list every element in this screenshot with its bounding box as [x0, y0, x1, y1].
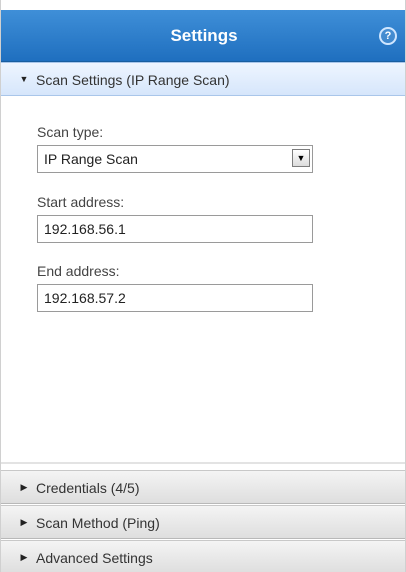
collapse-arrow-icon: ▶	[20, 482, 28, 492]
scan-type-select[interactable]: IP Range Scan ▼	[37, 145, 313, 173]
section-label: Credentials (4/5)	[36, 480, 140, 496]
section-label: Scan Settings (IP Range Scan)	[36, 72, 230, 88]
section-advanced-settings[interactable]: ▶ Advanced Settings	[1, 540, 405, 572]
section-scan-settings[interactable]: ▼ Scan Settings (IP Range Scan)	[1, 62, 405, 96]
section-label: Advanced Settings	[36, 550, 153, 566]
settings-header: Settings ?	[1, 10, 405, 62]
section-label: Scan Method (Ping)	[36, 515, 160, 531]
scan-type-label: Scan type:	[37, 124, 104, 140]
expand-arrow-icon: ▼	[19, 74, 29, 84]
end-address-field[interactable]: 192.168.57.2	[37, 284, 313, 312]
page-title: Settings	[170, 26, 238, 45]
settings-panel: Settings ? ▼ Scan Settings (IP Range Sca…	[0, 0, 406, 572]
section-credentials[interactable]: ▶ Credentials (4/5)	[1, 470, 405, 504]
help-icon[interactable]: ?	[379, 27, 397, 45]
section-divider	[1, 462, 405, 464]
collapse-arrow-icon: ▶	[20, 552, 28, 562]
scan-type-value: IP Range Scan	[44, 151, 138, 167]
chevron-down-icon[interactable]: ▼	[292, 149, 310, 167]
start-address-label: Start address:	[37, 194, 125, 210]
section-scan-method[interactable]: ▶ Scan Method (Ping)	[1, 505, 405, 539]
collapse-arrow-icon: ▶	[20, 517, 28, 527]
end-address-label: End address:	[37, 263, 120, 279]
start-address-field[interactable]: 192.168.56.1	[37, 215, 313, 243]
